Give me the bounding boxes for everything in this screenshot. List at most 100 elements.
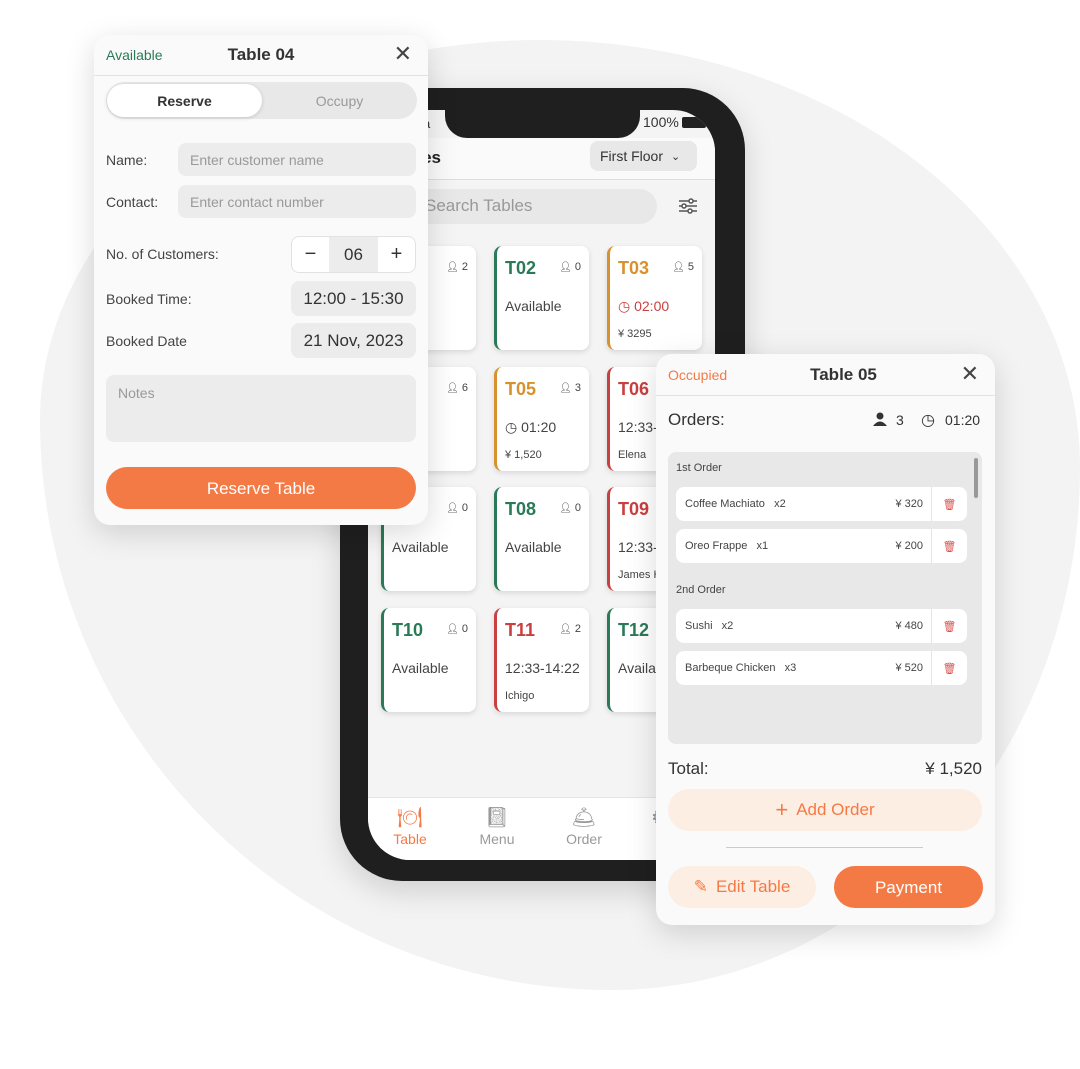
table-detail: James H: [618, 569, 662, 581]
table-id: T10: [392, 620, 424, 640]
table-id: T06: [618, 379, 650, 399]
orders-label: Orders:: [668, 410, 725, 429]
table-card-t08[interactable]: T08 👤︎ 0 Available: [494, 487, 589, 591]
table-id: T05: [505, 379, 537, 399]
scrollbar[interactable]: [974, 458, 978, 498]
pencil-icon: ✎: [693, 877, 708, 896]
tab-occupy[interactable]: Occupy: [262, 84, 417, 117]
table-status-text: 02:00: [634, 298, 670, 314]
item-price: ¥ 200: [895, 540, 923, 552]
payment-button[interactable]: Payment: [834, 866, 983, 908]
close-icon[interactable]: ✕: [394, 41, 412, 67]
tab-reserve[interactable]: Reserve: [107, 84, 262, 117]
close-icon[interactable]: ✕: [961, 361, 979, 387]
table-status-text: Available: [392, 660, 449, 676]
customer-count: 0: [461, 623, 468, 635]
table-card-t05[interactable]: T05 👤︎ 3 ◷ 01:20 ¥ 1,520: [494, 367, 589, 471]
table-id: T12: [618, 620, 650, 640]
customers-label: No. of Customers:: [106, 246, 219, 262]
trash-icon[interactable]: 🗑︎: [931, 651, 967, 685]
table-customers: 👤︎ 0: [559, 261, 581, 273]
reserve-panel: Available Table 04 ✕ Reserve Occupy Name…: [94, 35, 428, 525]
customer-count: 6: [461, 382, 468, 394]
person-icon: 👤︎: [446, 262, 459, 273]
edit-table-button[interactable]: ✎ Edit Table: [668, 866, 816, 908]
mode-tabs: Reserve Occupy: [106, 82, 417, 119]
nav-table[interactable]: 🍽︎ Table: [380, 805, 440, 847]
elapsed-time: 01:20: [945, 412, 981, 428]
customers-value[interactable]: 06: [329, 237, 378, 272]
minus-button[interactable]: −: [292, 237, 329, 272]
person-icon: 👤︎: [559, 383, 572, 394]
table-customers: 👤︎ 6: [446, 382, 468, 394]
plus-icon: +: [775, 797, 789, 822]
table-detail: ¥ 1,520: [505, 449, 542, 461]
customer-count: 3: [896, 412, 904, 428]
customer-count: 0: [574, 261, 581, 273]
table-status-text: 12:33-14:22: [505, 660, 580, 676]
table-status-text: Available: [505, 539, 562, 555]
reserve-table-button[interactable]: Reserve Table: [106, 467, 416, 509]
table-customers: 👤︎ 2: [446, 261, 468, 273]
menu-book-icon: 📓︎: [484, 807, 510, 829]
table-status-text: 01:20: [521, 419, 557, 435]
table-status-text: Available: [392, 539, 449, 555]
contact-label: Contact:: [106, 194, 159, 210]
edit-table-label: Edit Table: [715, 877, 791, 896]
date-label: Booked Date: [106, 333, 187, 349]
item-name: Sushi x2: [685, 620, 734, 632]
table-customers: 👤︎ 0: [446, 623, 468, 635]
panel-header: Available Table 04 ✕: [94, 35, 428, 76]
table-customers: 👤︎ 0: [446, 502, 468, 514]
floor-dropdown[interactable]: First Floor ⌄: [590, 141, 697, 171]
nav-order[interactable]: 🛎︎ Order: [554, 805, 614, 847]
person-icon: 👤︎: [559, 503, 572, 514]
nav-menu[interactable]: 📓︎ Menu: [467, 805, 527, 847]
table-detail: ¥ 3295: [618, 328, 652, 340]
date-picker[interactable]: 21 Nov, 2023: [291, 323, 416, 358]
table-id: T03: [618, 258, 650, 278]
table-id: T08: [505, 499, 537, 519]
table-status-text: 12:33-: [618, 539, 658, 555]
item-name: Oreo Frappe x1: [685, 540, 769, 552]
customers-stepper: − 06 +: [291, 236, 416, 273]
notch: [445, 110, 640, 138]
clock-icon: ◷: [505, 419, 522, 435]
table-card-t03[interactable]: T03 👤︎ 5 ◷ 02:00 ¥ 3295: [607, 246, 702, 350]
table-card-t11[interactable]: T11 👤︎ 2 12:33-14:22 Ichigo: [494, 608, 589, 712]
person-icon: 👤︎: [446, 624, 459, 635]
orders-list[interactable]: 1st Order Coffee Machiato x2 ¥ 320 🗑︎ Oreo F…: [668, 452, 982, 744]
name-input[interactable]: Enter customer name: [178, 143, 416, 176]
panel-title: Table 04: [227, 45, 295, 64]
table-card-t02[interactable]: T02 👤︎ 0 Available: [494, 246, 589, 350]
customer-count: 0: [574, 502, 581, 514]
notes-input[interactable]: Notes: [106, 375, 416, 442]
contact-input[interactable]: Enter contact number: [178, 185, 416, 218]
clock-icon: ◷: [921, 412, 935, 429]
trash-icon[interactable]: 🗑︎: [931, 487, 967, 521]
order-item: Sushi x2 ¥ 480 🗑︎: [676, 609, 967, 643]
total-value: ¥ 1,520: [925, 759, 982, 778]
table-customers: 👤︎ 2: [559, 623, 581, 635]
plus-button[interactable]: +: [378, 237, 415, 272]
filter-icon[interactable]: [678, 197, 698, 215]
time-picker[interactable]: 12:00 - 15:30: [291, 281, 416, 316]
add-order-button[interactable]: + Add Order: [668, 789, 982, 831]
person-icon: 👤︎: [446, 383, 459, 394]
person-icon: 👤︎: [559, 624, 572, 635]
table-detail: Elena: [618, 449, 647, 461]
trash-icon[interactable]: 🗑︎: [931, 529, 967, 563]
time-label: Booked Time:: [106, 291, 192, 307]
customer-count: 2: [574, 623, 581, 635]
table-status-text: Available: [505, 298, 562, 314]
table-customers: 👤︎ 3: [559, 382, 581, 394]
trash-icon[interactable]: 🗑︎: [931, 609, 967, 643]
table-card-t10[interactable]: T10 👤︎ 0 Available: [381, 608, 476, 712]
person-icon: 👤︎: [446, 503, 459, 514]
order-group-label: 2nd Order: [676, 584, 726, 596]
item-name: Coffee Machiato x2: [685, 498, 786, 510]
customer-count: 2: [461, 261, 468, 273]
total-label: Total:: [668, 759, 709, 778]
item-price: ¥ 520: [895, 662, 923, 674]
order-panel: Occupied Table 05 ✕ Orders: 3 ◷ 01:20 1s…: [656, 354, 995, 925]
